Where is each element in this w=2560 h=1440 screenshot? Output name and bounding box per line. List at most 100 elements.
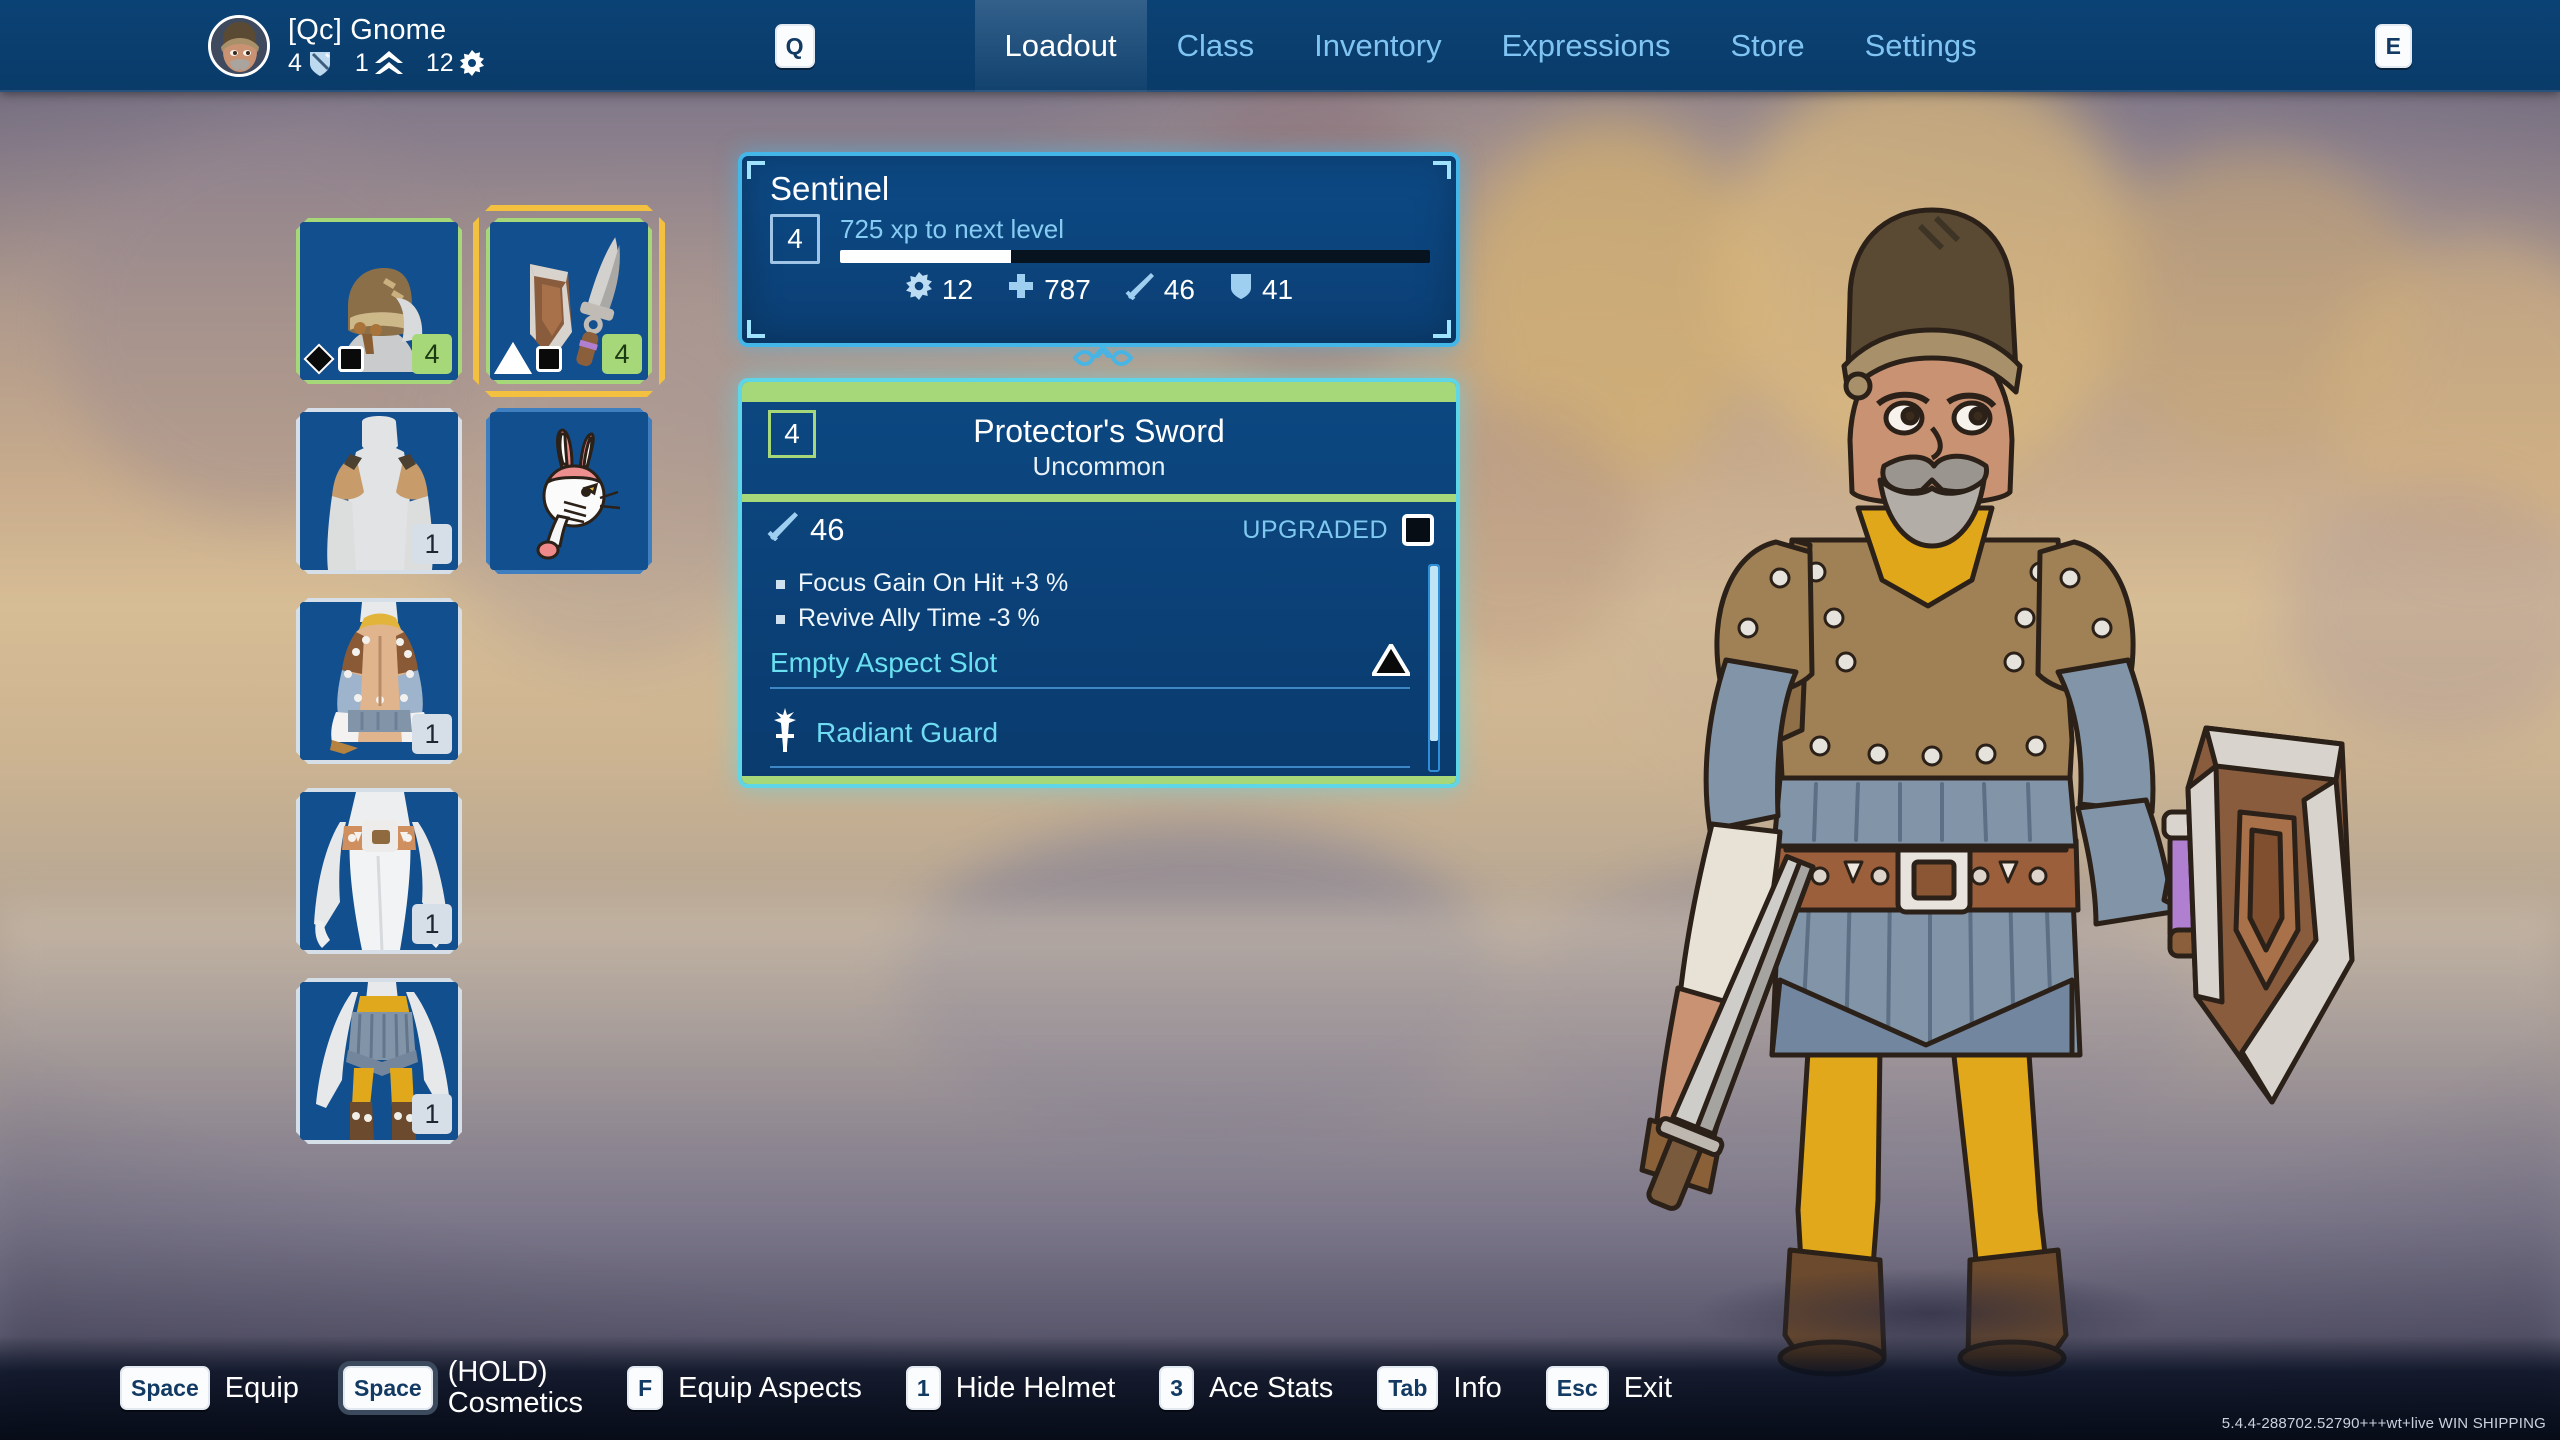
player-name: [Qc] Gnome <box>288 15 485 45</box>
hint-label-equip: Equip <box>225 1373 299 1404</box>
item-perk: Revive Ally Time -3 % <box>776 601 1410 636</box>
class-stat-health: 787 <box>1007 272 1091 307</box>
class-name: Sentinel <box>770 170 1456 208</box>
tab-inventory[interactable]: Inventory <box>1284 0 1472 92</box>
equipment-slot-legs[interactable]: 1 <box>300 982 458 1140</box>
key-space-hold[interactable]: Space <box>343 1366 433 1410</box>
character-preview <box>1480 140 2380 1400</box>
equipment-slot-weapon[interactable]: 4 <box>490 222 648 380</box>
tab-settings[interactable]: Settings <box>1835 0 2007 92</box>
sword-icon <box>1125 272 1155 307</box>
hint-hide-helmet[interactable]: 1 Hide Helmet <box>906 1366 1115 1410</box>
bottom-hint-bar: Space Equip Space (HOLD) Cosmetics F Equ… <box>0 1336 2560 1440</box>
slot-row-2: 1 <box>300 412 648 570</box>
key-q[interactable]: Q <box>775 24 815 68</box>
hint-cosmetics[interactable]: Space (HOLD) Cosmetics <box>343 1357 583 1419</box>
aspect-square-icon <box>338 346 364 372</box>
belt-level-badge: 1 <box>412 904 452 944</box>
key-1[interactable]: 1 <box>906 1366 941 1410</box>
card-stat-row: 46 UPGRADED <box>742 502 1456 558</box>
hint-ace-stats[interactable]: 3 Ace Stats <box>1159 1366 1333 1410</box>
upgraded-checkbox[interactable] <box>1402 514 1434 546</box>
card-scrollbar[interactable] <box>1428 564 1440 772</box>
hint-equip-aspects[interactable]: F Equip Aspects <box>627 1366 862 1410</box>
slot-row-5: 1 <box>300 982 648 1140</box>
avatar[interactable] <box>208 15 270 77</box>
item-damage: 46 <box>766 511 844 549</box>
player-info[interactable]: [Qc] Gnome 4 1 12 <box>208 15 485 78</box>
tab-expressions[interactable]: Expressions <box>1472 0 1701 92</box>
bunny-trinket-item-icon <box>490 412 648 570</box>
item-level-badge: 4 <box>768 410 816 458</box>
equipment-slot-grid: 4 <box>300 222 648 1172</box>
item-detail-card: 4 Protector's Sword Uncommon 46 UPGRADED <box>738 378 1460 788</box>
class-stat-defense-value: 41 <box>1262 274 1293 306</box>
card-scrollbar-thumb[interactable] <box>1430 566 1438 741</box>
tab-loadout[interactable]: Loadout <box>975 0 1147 92</box>
nav-prev-key[interactable]: Q <box>775 24 815 68</box>
class-stat-attack-value: 46 <box>1164 274 1195 306</box>
hint-exit[interactable]: Esc Exit <box>1546 1366 1672 1410</box>
build-version-text: 5.4.4-288702.52790+++wt+live WIN SHIPPIN… <box>2222 1415 2546 1432</box>
player-stat-currency: 12 <box>426 49 485 78</box>
class-level-row: 4 725 xp to next level <box>770 214 1456 264</box>
hint-label-exit: Exit <box>1624 1373 1672 1404</box>
aspect-slot-label: Empty Aspect Slot <box>770 647 997 679</box>
hint-equip[interactable]: Space Equip <box>120 1366 299 1410</box>
class-stat-health-value: 787 <box>1044 274 1091 306</box>
radiant-sword-icon <box>770 707 800 758</box>
card-rarity-accent-top <box>742 382 1456 402</box>
nav-next-key[interactable]: E <box>2375 24 2412 68</box>
equipment-slot-chest[interactable]: 1 <box>300 602 458 760</box>
class-stat-attack: 46 <box>1125 272 1195 307</box>
weapon-level-badge: 4 <box>602 334 642 374</box>
player-currency-value: 12 <box>426 49 454 78</box>
key-space[interactable]: Space <box>120 1366 210 1410</box>
hint-label-info: Info <box>1453 1373 1501 1404</box>
helmet-aspect-icons <box>308 346 364 372</box>
xp-to-next-level-text: 725 xp to next level <box>840 214 1430 244</box>
card-header: 4 Protector's Sword Uncommon <box>742 402 1456 494</box>
key-e[interactable]: E <box>2375 24 2412 68</box>
equipment-slot-shoulders[interactable]: 1 <box>300 412 458 570</box>
tab-class[interactable]: Class <box>1147 0 1285 92</box>
hint-info[interactable]: Tab Info <box>1377 1366 1502 1410</box>
legs-level-badge: 1 <box>412 1094 452 1134</box>
key-tab[interactable]: Tab <box>1377 1366 1438 1410</box>
hint-label-hide-helmet: Hide Helmet <box>956 1373 1116 1404</box>
panel-corner-bl <box>747 320 765 338</box>
item-name: Protector's Sword <box>742 412 1456 450</box>
equipment-slot-helmet[interactable]: 4 <box>300 222 458 380</box>
key-f[interactable]: F <box>627 1366 663 1410</box>
slot-row-1: 4 <box>300 222 648 380</box>
upgraded-label: UPGRADED <box>1242 516 1388 545</box>
class-summary-panel: Sentinel 4 725 xp to next level 12 <box>738 152 1460 347</box>
hint-label-equip-aspects: Equip Aspects <box>678 1373 862 1404</box>
class-stat-focus: 12 <box>905 272 973 307</box>
panel-connector-ornament <box>1063 340 1143 385</box>
hint-label-cosmetics: (HOLD) Cosmetics <box>448 1357 583 1419</box>
upgraded-toggle[interactable]: UPGRADED <box>1242 514 1434 546</box>
empty-aspect-slot[interactable]: Empty Aspect Slot <box>770 644 1410 689</box>
player-stat-level: 1 <box>355 49 404 78</box>
tab-store[interactable]: Store <box>1700 0 1834 92</box>
key-esc[interactable]: Esc <box>1546 1366 1609 1410</box>
sunburst-icon <box>459 50 485 76</box>
item-rarity: Uncommon <box>742 450 1456 482</box>
equipment-slot-belt[interactable]: 1 <box>300 792 458 950</box>
slot-row-4: 1 <box>300 792 648 950</box>
hint-label-ace-stats: Ace Stats <box>1209 1373 1333 1404</box>
player-rank-value: 4 <box>288 49 302 78</box>
game-screen: [Qc] Gnome 4 1 12 <box>0 0 2560 1440</box>
equipment-slot-trinket[interactable] <box>490 412 648 570</box>
player-stat-rank: 4 <box>288 49 333 78</box>
top-navigation-bar: [Qc] Gnome 4 1 12 <box>0 0 2560 92</box>
helmet-level-badge: 4 <box>412 334 452 374</box>
hint-list: Space Equip Space (HOLD) Cosmetics F Equ… <box>120 1357 1672 1419</box>
chevrons-up-icon <box>374 49 404 77</box>
aspect-triangle-icon <box>498 346 528 372</box>
key-3[interactable]: 3 <box>1159 1366 1194 1410</box>
panel-corner-tr <box>1433 161 1451 179</box>
item-perk-list: Focus Gain On Hit +3 % Revive Ally Time … <box>776 566 1410 636</box>
player-stat-list: 4 1 12 <box>288 49 485 78</box>
